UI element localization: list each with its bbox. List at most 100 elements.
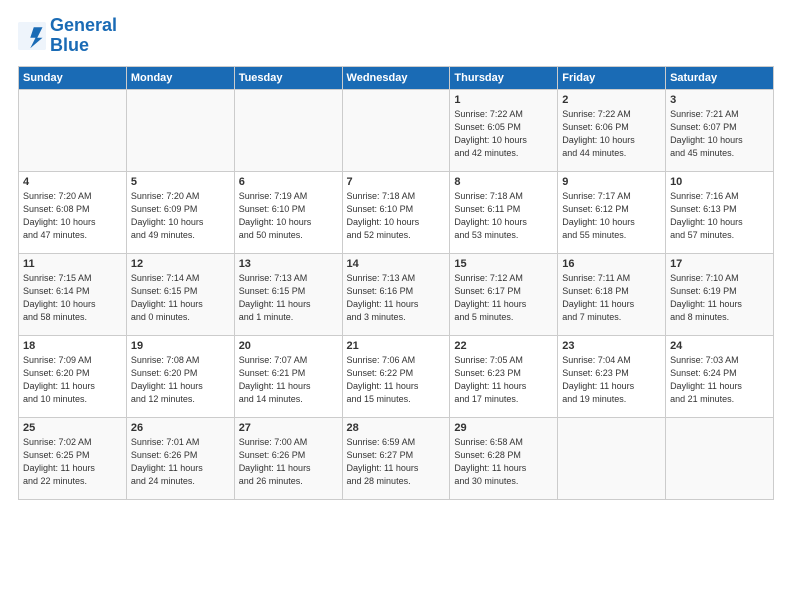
calendar-week-row: 4 Sunrise: 7:20 AM Sunset: 6:08 PM Daylig… [19,171,774,253]
day-info: Sunrise: 7:11 AM Sunset: 6:18 PM Dayligh… [562,272,661,324]
day-number: 1 [454,94,553,106]
day-number: 11 [23,258,122,270]
day-number: 23 [562,340,661,352]
weekday-header: Friday [558,66,666,89]
day-number: 20 [239,340,338,352]
day-info: Sunrise: 7:04 AM Sunset: 6:23 PM Dayligh… [562,354,661,406]
day-info: Sunrise: 7:00 AM Sunset: 6:26 PM Dayligh… [239,436,338,488]
day-number: 22 [454,340,553,352]
day-info: Sunrise: 7:07 AM Sunset: 6:21 PM Dayligh… [239,354,338,406]
calendar-cell: 19 Sunrise: 7:08 AM Sunset: 6:20 PM Dayli… [126,335,234,417]
calendar-header: SundayMondayTuesdayWednesdayThursdayFrid… [19,66,774,89]
calendar-cell: 25 Sunrise: 7:02 AM Sunset: 6:25 PM Dayli… [19,417,127,499]
calendar-cell: 1 Sunrise: 7:22 AM Sunset: 6:05 PM Daylig… [450,89,558,171]
calendar-week-row: 1 Sunrise: 7:22 AM Sunset: 6:05 PM Daylig… [19,89,774,171]
day-info: Sunrise: 7:20 AM Sunset: 6:09 PM Dayligh… [131,190,230,242]
day-info: Sunrise: 7:17 AM Sunset: 6:12 PM Dayligh… [562,190,661,242]
day-info: Sunrise: 7:14 AM Sunset: 6:15 PM Dayligh… [131,272,230,324]
day-info: Sunrise: 7:13 AM Sunset: 6:16 PM Dayligh… [347,272,446,324]
day-info: Sunrise: 7:02 AM Sunset: 6:25 PM Dayligh… [23,436,122,488]
calendar-cell [342,89,450,171]
calendar-table: SundayMondayTuesdayWednesdayThursdayFrid… [18,66,774,500]
day-number: 17 [670,258,769,270]
day-number: 8 [454,176,553,188]
calendar-cell: 17 Sunrise: 7:10 AM Sunset: 6:19 PM Dayli… [666,253,774,335]
day-info: Sunrise: 7:12 AM Sunset: 6:17 PM Dayligh… [454,272,553,324]
calendar-cell: 18Sunrise: 7:09 AM Sunset: 6:20 PM Dayli… [19,335,127,417]
day-info: Sunrise: 7:16 AM Sunset: 6:13 PM Dayligh… [670,190,769,242]
day-number: 29 [454,422,553,434]
day-number: 28 [347,422,446,434]
day-number: 4 [23,176,122,188]
calendar-cell: 21 Sunrise: 7:06 AM Sunset: 6:22 PM Dayli… [342,335,450,417]
day-number: 16 [562,258,661,270]
day-info: Sunrise: 7:10 AM Sunset: 6:19 PM Dayligh… [670,272,769,324]
calendar-cell: 8Sunrise: 7:18 AM Sunset: 6:11 PM Daylig… [450,171,558,253]
calendar-cell: 6Sunrise: 7:19 AM Sunset: 6:10 PM Daylig… [234,171,342,253]
day-info: Sunrise: 7:19 AM Sunset: 6:10 PM Dayligh… [239,190,338,242]
day-info: Sunrise: 6:59 AM Sunset: 6:27 PM Dayligh… [347,436,446,488]
day-number: 19 [131,340,230,352]
day-number: 25 [23,422,122,434]
calendar-cell: 12Sunrise: 7:14 AM Sunset: 6:15 PM Dayli… [126,253,234,335]
calendar-cell: 2 Sunrise: 7:22 AM Sunset: 6:06 PM Daylig… [558,89,666,171]
day-info: Sunrise: 7:18 AM Sunset: 6:10 PM Dayligh… [347,190,446,242]
weekday-header: Monday [126,66,234,89]
calendar-cell: 3Sunrise: 7:21 AM Sunset: 6:07 PM Daylig… [666,89,774,171]
calendar-cell [558,417,666,499]
calendar-cell: 20 Sunrise: 7:07 AM Sunset: 6:21 PM Dayli… [234,335,342,417]
calendar-cell: 28 Sunrise: 6:59 AM Sunset: 6:27 PM Dayli… [342,417,450,499]
day-number: 2 [562,94,661,106]
day-number: 18 [23,340,122,352]
calendar-week-row: 25 Sunrise: 7:02 AM Sunset: 6:25 PM Dayli… [19,417,774,499]
weekday-header: Wednesday [342,66,450,89]
calendar-cell: 29 Sunrise: 6:58 AM Sunset: 6:28 PM Dayli… [450,417,558,499]
calendar-cell: 26 Sunrise: 7:01 AM Sunset: 6:26 PM Dayli… [126,417,234,499]
day-number: 13 [239,258,338,270]
day-info: Sunrise: 7:08 AM Sunset: 6:20 PM Dayligh… [131,354,230,406]
calendar-cell: 23 Sunrise: 7:04 AM Sunset: 6:23 PM Dayli… [558,335,666,417]
day-number: 9 [562,176,661,188]
weekday-header: Sunday [19,66,127,89]
calendar-cell: 9 Sunrise: 7:17 AM Sunset: 6:12 PM Daylig… [558,171,666,253]
day-number: 27 [239,422,338,434]
calendar-cell: 16 Sunrise: 7:11 AM Sunset: 6:18 PM Dayli… [558,253,666,335]
calendar-body: 1 Sunrise: 7:22 AM Sunset: 6:05 PM Daylig… [19,89,774,499]
weekday-header: Tuesday [234,66,342,89]
day-info: Sunrise: 6:58 AM Sunset: 6:28 PM Dayligh… [454,436,553,488]
logo-text: General Blue [50,16,117,56]
page-container: General Blue SundayMondayTuesdayWednesda… [0,0,792,510]
day-number: 15 [454,258,553,270]
day-info: Sunrise: 7:22 AM Sunset: 6:05 PM Dayligh… [454,108,553,160]
calendar-week-row: 18Sunrise: 7:09 AM Sunset: 6:20 PM Dayli… [19,335,774,417]
weekday-header: Thursday [450,66,558,89]
day-number: 26 [131,422,230,434]
day-info: Sunrise: 7:06 AM Sunset: 6:22 PM Dayligh… [347,354,446,406]
calendar-cell: 7 Sunrise: 7:18 AM Sunset: 6:10 PM Daylig… [342,171,450,253]
calendar-cell [126,89,234,171]
day-info: Sunrise: 7:21 AM Sunset: 6:07 PM Dayligh… [670,108,769,160]
calendar-cell [234,89,342,171]
header: General Blue [18,16,774,56]
day-info: Sunrise: 7:05 AM Sunset: 6:23 PM Dayligh… [454,354,553,406]
day-number: 7 [347,176,446,188]
calendar-cell: 14 Sunrise: 7:13 AM Sunset: 6:16 PM Dayli… [342,253,450,335]
calendar-cell [19,89,127,171]
calendar-cell: 15 Sunrise: 7:12 AM Sunset: 6:17 PM Dayli… [450,253,558,335]
day-info: Sunrise: 7:01 AM Sunset: 6:26 PM Dayligh… [131,436,230,488]
logo-icon [18,22,46,50]
calendar-cell: 10Sunrise: 7:16 AM Sunset: 6:13 PM Dayli… [666,171,774,253]
header-row: SundayMondayTuesdayWednesdayThursdayFrid… [19,66,774,89]
day-info: Sunrise: 7:13 AM Sunset: 6:15 PM Dayligh… [239,272,338,324]
day-number: 21 [347,340,446,352]
calendar-cell: 24Sunrise: 7:03 AM Sunset: 6:24 PM Dayli… [666,335,774,417]
logo: General Blue [18,16,117,56]
calendar-cell: 22 Sunrise: 7:05 AM Sunset: 6:23 PM Dayli… [450,335,558,417]
day-info: Sunrise: 7:22 AM Sunset: 6:06 PM Dayligh… [562,108,661,160]
weekday-header: Saturday [666,66,774,89]
calendar-cell: 5Sunrise: 7:20 AM Sunset: 6:09 PM Daylig… [126,171,234,253]
day-info: Sunrise: 7:20 AM Sunset: 6:08 PM Dayligh… [23,190,122,242]
calendar-cell: 11Sunrise: 7:15 AM Sunset: 6:14 PM Dayli… [19,253,127,335]
calendar-cell [666,417,774,499]
day-number: 14 [347,258,446,270]
